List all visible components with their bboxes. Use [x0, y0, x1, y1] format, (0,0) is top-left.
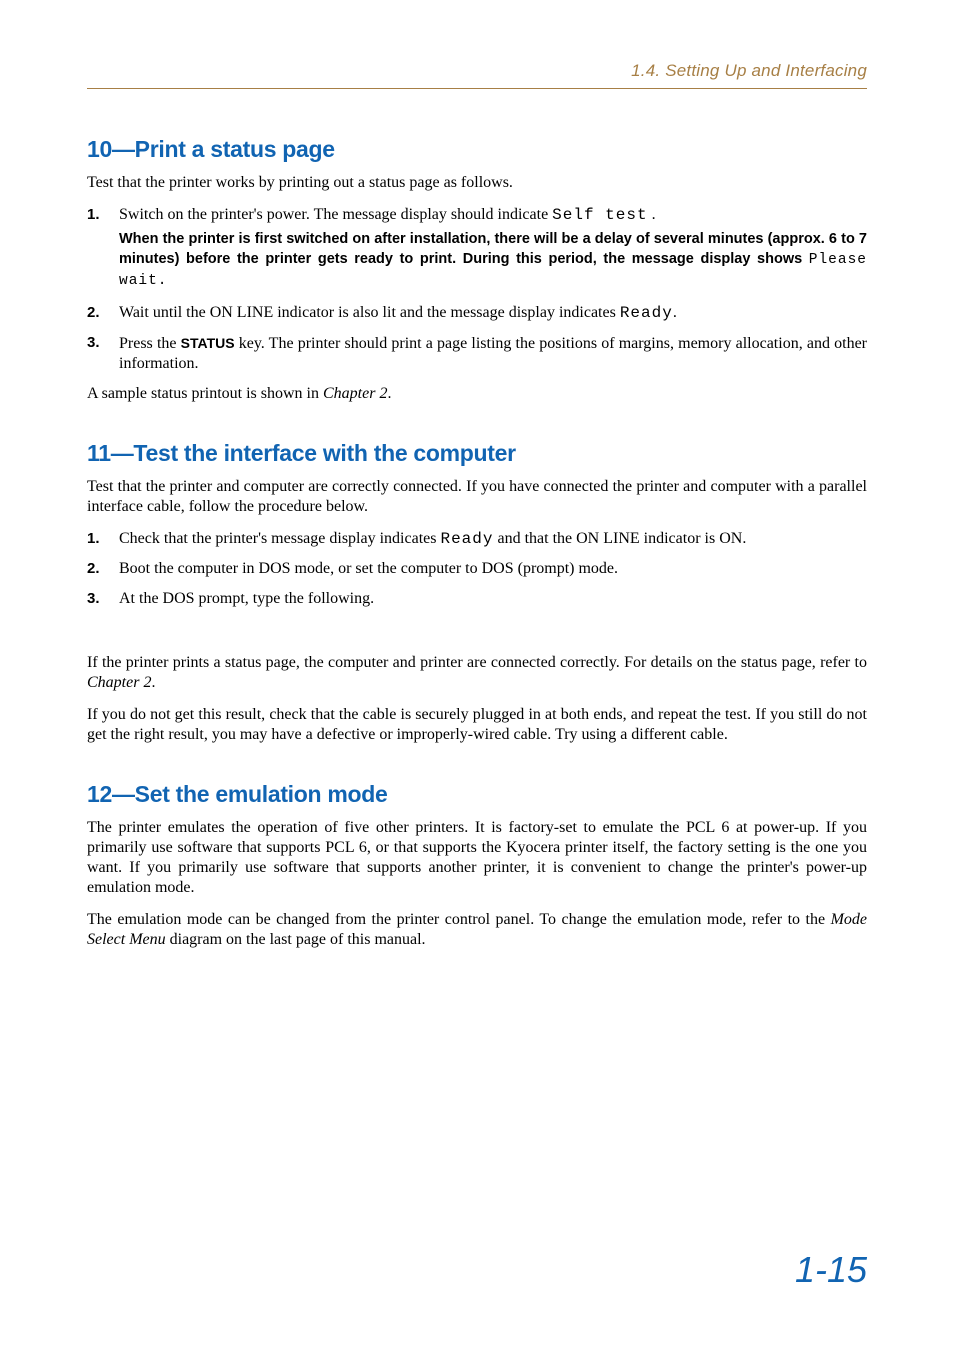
list-item: 2. Wait until the ON LINE indicator is a…	[87, 303, 867, 323]
heading-section-12: 12—Set the emulation mode	[87, 781, 867, 808]
list-item: 3. At the DOS prompt, type the following…	[87, 589, 867, 609]
section-12-p2: The emulation mode can be changed from t…	[87, 910, 867, 950]
lcd-text: Ready	[440, 530, 493, 548]
list-item: 3. Press the STATUS key. The printer sho…	[87, 333, 867, 374]
lcd-text: Self test	[552, 206, 647, 224]
step-number: 2.	[87, 303, 100, 323]
page: 1.4. Setting Up and Interfacing 10—Print…	[0, 0, 954, 1351]
list-item: 1. Check that the printer's message disp…	[87, 529, 867, 549]
step-number: 3.	[87, 333, 100, 353]
step-text: Check that the printer's message display…	[119, 530, 440, 547]
section-11-steps: 1. Check that the printer's message disp…	[87, 529, 867, 609]
section-12-p1: The printer emulates the operation of fi…	[87, 818, 867, 898]
chapter-ref: Chapter 2	[87, 674, 151, 691]
step-text: .	[648, 206, 656, 223]
step-number: 1.	[87, 529, 100, 549]
section-11-outro-2: If you do not get this result, check tha…	[87, 705, 867, 745]
section-10-intro: Test that the printer works by printing …	[87, 173, 867, 193]
section-11-intro: Test that the printer and computer are c…	[87, 477, 867, 517]
step-text: Wait until the ON LINE indicator is also…	[119, 304, 620, 321]
text: .	[387, 385, 391, 402]
step-text: and that the ON LINE indicator is ON.	[493, 530, 746, 547]
section-10-steps: 1. Switch on the printer's power. The me…	[87, 205, 867, 225]
text: If the printer prints a status page, the…	[87, 654, 867, 671]
text: diagram on the last page of this manual.	[166, 931, 426, 948]
text: A sample status printout is shown in	[87, 385, 323, 402]
key-name: STATUS	[181, 335, 235, 351]
step-text: .	[673, 304, 677, 321]
list-item: 1. Switch on the printer's power. The me…	[87, 205, 867, 225]
step-text: Press the	[119, 335, 181, 352]
warning-note: When the printer is first switched on af…	[87, 229, 867, 291]
code-block-placeholder	[87, 619, 867, 653]
step-text: Boot the computer in DOS mode, or set th…	[119, 560, 618, 577]
section-11-outro-1: If the printer prints a status page, the…	[87, 653, 867, 693]
lcd-text: Ready	[620, 304, 673, 322]
step-number: 3.	[87, 589, 100, 609]
note-text: When the printer is first switched on af…	[119, 231, 867, 267]
heading-section-10: 10—Print a status page	[87, 136, 867, 163]
text: .	[151, 674, 155, 691]
step-number: 1.	[87, 205, 100, 225]
section-10-steps-cont: 2. Wait until the ON LINE indicator is a…	[87, 303, 867, 374]
page-header: 1.4. Setting Up and Interfacing	[87, 61, 867, 89]
text: The emulation mode can be changed from t…	[87, 911, 831, 928]
chapter-ref: Chapter 2	[323, 385, 387, 402]
page-number: 1-15	[795, 1249, 867, 1291]
breadcrumb: 1.4. Setting Up and Interfacing	[631, 61, 867, 80]
step-number: 2.	[87, 559, 100, 579]
list-item: 2. Boot the computer in DOS mode, or set…	[87, 559, 867, 579]
heading-section-11: 11—Test the interface with the computer	[87, 440, 867, 467]
step-text: At the DOS prompt, type the following.	[119, 590, 374, 607]
section-10-outro: A sample status printout is shown in Cha…	[87, 384, 867, 404]
step-text: Switch on the printer's power. The messa…	[119, 206, 552, 223]
